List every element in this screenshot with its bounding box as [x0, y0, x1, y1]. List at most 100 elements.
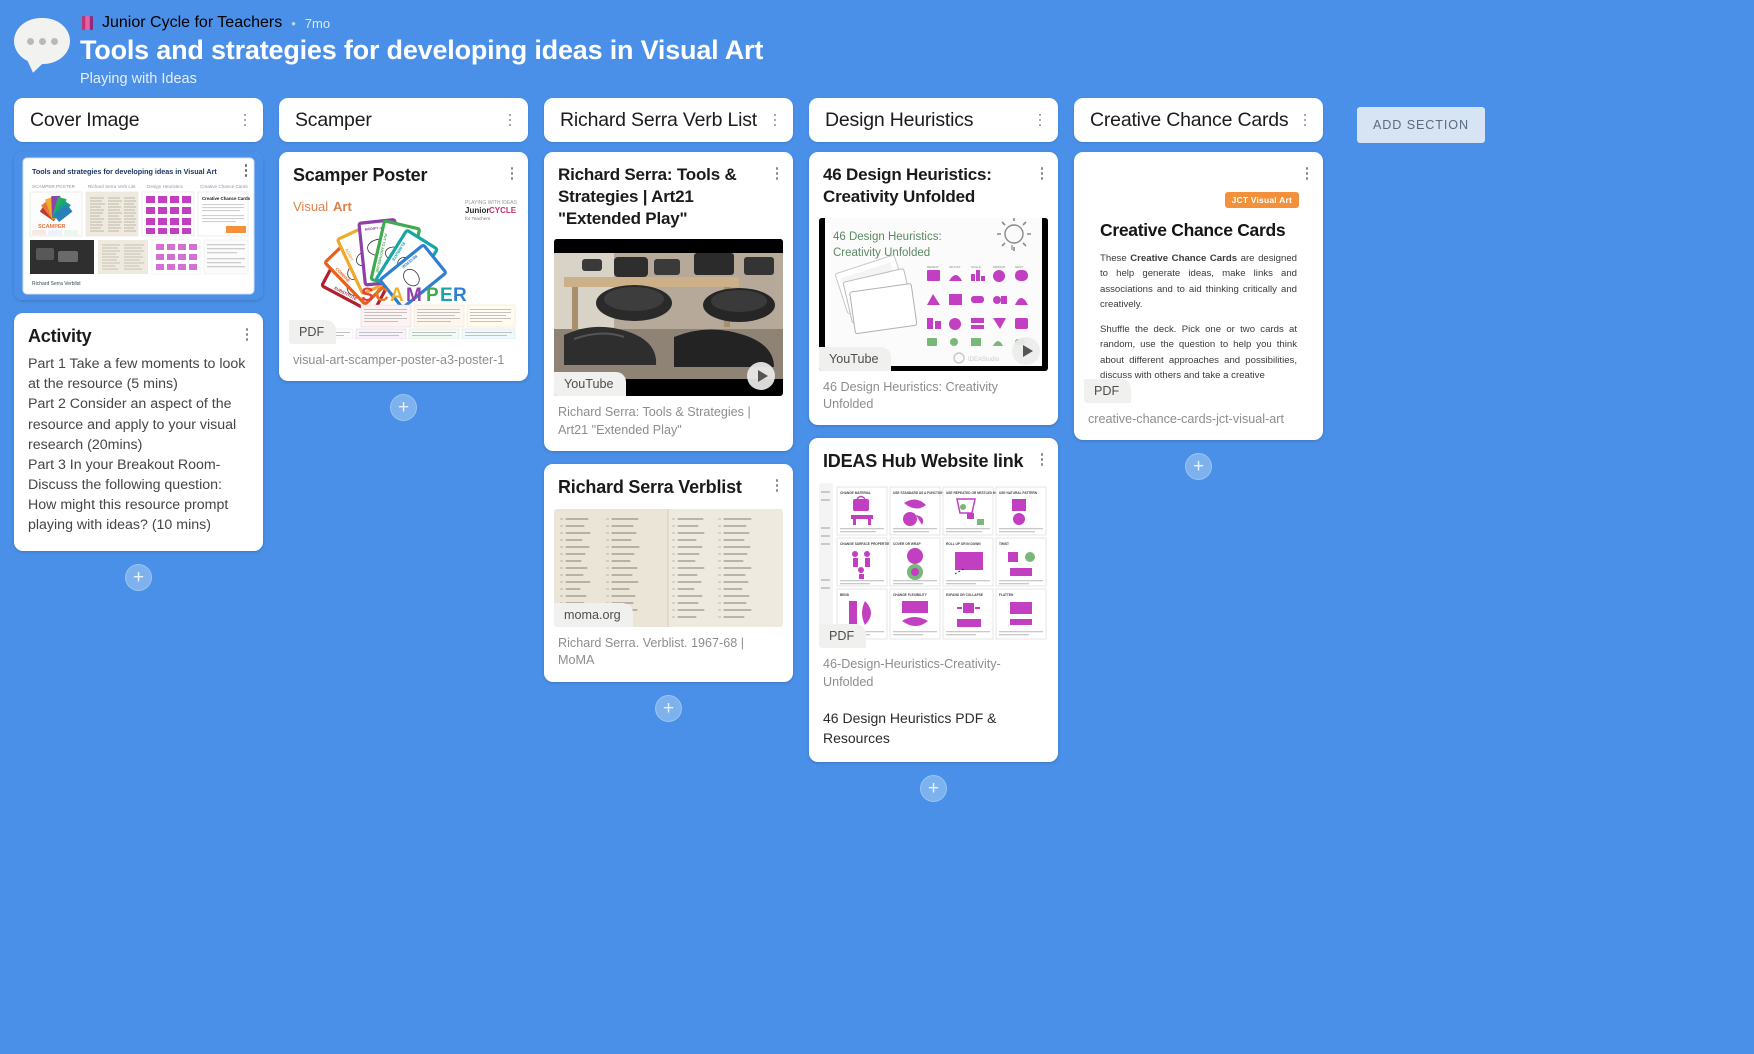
svg-text:R: R: [453, 285, 467, 306]
kebab-menu-icon[interactable]: [239, 325, 255, 348]
source-badge: YouTube: [819, 346, 891, 371]
kebab-menu-icon[interactable]: [769, 164, 785, 229]
svg-text:E: E: [440, 285, 453, 306]
card-title: Richard Serra: Tools & Strategies | Art2…: [558, 165, 737, 228]
page-title: Tools and strategies for developing idea…: [80, 35, 764, 65]
svg-text:REPEAT: REPEAT: [927, 265, 939, 269]
section-title: Design Heuristics: [825, 108, 974, 131]
svg-text:CHANGE MATERIAL: CHANGE MATERIAL: [840, 491, 871, 495]
add-card-button[interactable]: +: [655, 694, 682, 722]
file-type-badge: PDF: [289, 320, 337, 345]
youtube-thumbnail[interactable]: 46 Design Heuristics: Creativity Unfolde…: [819, 217, 1048, 371]
svg-text:TWIST: TWIST: [999, 542, 1009, 546]
add-card-button[interactable]: +: [390, 394, 417, 422]
youtube-thumbnail[interactable]: YouTube: [554, 239, 783, 397]
card-richard-serra-verblist[interactable]: Richard Serra Verblist moma.org Richard …: [544, 464, 793, 682]
heuristics-card-grid: CHANGE MATERIAL USE STANDARD AS A FUNCTI…: [819, 483, 1048, 644]
page-header: Junior Cycle for Teachers • 7mo Tools an…: [0, 0, 1754, 92]
verblist-thumbnail[interactable]: moma.org: [554, 509, 783, 628]
svg-text:S: S: [361, 285, 374, 306]
section-header-scamper[interactable]: Scamper: [279, 98, 528, 142]
document-paragraph-1: These Creative Chance Cards are designed…: [1100, 252, 1298, 311]
chance-cards-pdf-thumbnail[interactable]: JCT Visual Art Creative Chance Cards The…: [1084, 181, 1313, 403]
kebab-menu-icon[interactable]: [237, 113, 253, 127]
svg-text:46 Design Heuristics:: 46 Design Heuristics:: [833, 231, 942, 243]
svg-text:FLATTEN: FLATTEN: [999, 593, 1014, 597]
section-title: Cover Image: [30, 108, 140, 131]
svg-text:SCAMPER: SCAMPER: [38, 224, 66, 230]
svg-text:CYCLE: CYCLE: [489, 206, 517, 215]
kebab-menu-icon[interactable]: [1034, 164, 1050, 208]
svg-text:C: C: [375, 285, 389, 306]
kebab-menu-icon[interactable]: [769, 476, 785, 499]
section-header-cover-image[interactable]: Cover Image: [14, 98, 263, 142]
add-card-button[interactable]: +: [920, 775, 947, 803]
kebab-menu-icon[interactable]: [502, 113, 518, 127]
card-activity[interactable]: Activity Part 1 Take a few moments to lo…: [14, 313, 263, 552]
add-section-button[interactable]: ADD SECTION: [1357, 107, 1485, 143]
svg-text:ADJUST: ADJUST: [949, 265, 961, 269]
kebab-menu-icon[interactable]: [504, 164, 520, 187]
svg-text:Junior: Junior: [465, 206, 489, 215]
kebab-menu-icon[interactable]: [238, 161, 254, 177]
svg-text:P: P: [426, 285, 439, 306]
card-title: Activity: [28, 326, 92, 346]
brand-name[interactable]: Junior Cycle for Teachers: [102, 14, 282, 32]
svg-text:Creativity Unfolded: Creativity Unfolded: [833, 247, 930, 259]
card-caption: Richard Serra: Tools & Strategies | Art2…: [558, 405, 751, 437]
svg-text:IDEAStudio: IDEAStudio: [968, 357, 1000, 363]
svg-text:USE NATURAL PATTERN: USE NATURAL PATTERN: [999, 491, 1038, 495]
svg-text:CHANGE FLEXIBILITY: CHANGE FLEXIBILITY: [893, 593, 928, 597]
document-paragraph-2: Shuffle the deck. Pick one or two cards …: [1100, 323, 1297, 382]
card-title: Richard Serra Verblist: [558, 477, 742, 497]
card-caption: 46 Design Heuristics: Creativity Unfolde…: [823, 379, 998, 411]
heuristics-pdf-thumbnail[interactable]: CHANGE MATERIAL USE STANDARD AS A FUNCTI…: [819, 483, 1048, 649]
svg-text:MIRROR: MIRROR: [993, 265, 1006, 269]
jct-visual-art-logo: JCT Visual Art: [1224, 191, 1299, 208]
card-cover-image[interactable]: Tools and strategies for developing idea…: [14, 152, 263, 300]
card-ideas-hub-website-link[interactable]: IDEAS Hub Website link CHANGE MATERIAL U…: [809, 438, 1058, 763]
card-subtitle: 46 Design Heuristics PDF & Resources: [823, 710, 997, 746]
svg-text:COVER OR WRAP: COVER OR WRAP: [893, 542, 922, 546]
file-type-badge: PDF: [819, 624, 867, 649]
card-scamper-poster[interactable]: Scamper Poster Visual Art PLAYING WITH I…: [279, 152, 528, 382]
source-badge: moma.org: [554, 603, 633, 628]
kebab-menu-icon[interactable]: [1034, 450, 1050, 473]
section-header-design-heuristics[interactable]: Design Heuristics: [809, 98, 1058, 142]
scamper-poster-graphic: Visual Art PLAYING WITH IDEAS Junior CYC…: [289, 195, 518, 340]
svg-text:Visual: Visual: [293, 199, 328, 214]
kebab-menu-icon[interactable]: [1299, 164, 1315, 180]
kebab-menu-icon[interactable]: [1297, 113, 1313, 127]
card-46-design-heuristics-video[interactable]: 46 Design Heuristics: Creativity Unfolde…: [809, 152, 1058, 426]
chat-bubble-icon: [14, 18, 70, 64]
svg-text:NEST: NEST: [1015, 265, 1023, 269]
svg-text:Design Heuristics: Design Heuristics: [147, 184, 183, 189]
svg-text:SCALE: SCALE: [971, 265, 981, 269]
card-caption: visual-art-scamper-poster-a3-poster-1: [293, 353, 505, 368]
column-creative-chance-cards: Creative Chance Cards JCT Visual Art Cre…: [1074, 98, 1323, 481]
section-header-richard-serra-verb-list[interactable]: Richard Serra Verb List: [544, 98, 793, 142]
card-title: IDEAS Hub Website link: [823, 451, 1024, 472]
add-card-button[interactable]: +: [1185, 453, 1212, 481]
timestamp: 7mo: [304, 15, 331, 31]
source-badge: YouTube: [554, 372, 626, 397]
add-card-button[interactable]: +: [125, 564, 152, 592]
card-caption: Richard Serra. Verblist. 1967-68 | MoMA: [558, 636, 744, 668]
cover-thumbnail: Tools and strategies for developing idea…: [14, 152, 263, 300]
svg-text:Tools and strategies for devel: Tools and strategies for developing idea…: [32, 167, 217, 176]
svg-text:EXPAND OR COLLAPSE: EXPAND OR COLLAPSE: [946, 593, 983, 597]
svg-text:A: A: [390, 285, 404, 306]
section-header-creative-chance-cards[interactable]: Creative Chance Cards: [1074, 98, 1323, 142]
document-heading: Creative Chance Cards: [1100, 219, 1286, 240]
page-subtitle: Playing with Ideas: [80, 71, 197, 88]
card-richard-serra-video[interactable]: Richard Serra: Tools & Strategies | Art2…: [544, 152, 793, 451]
card-creative-chance-cards[interactable]: JCT Visual Art Creative Chance Cards The…: [1074, 152, 1323, 441]
card-caption: 46-Design-Heuristics-Creativity-Unfolded: [823, 657, 1001, 689]
card-title: [1088, 164, 1299, 180]
svg-text:Art: Art: [333, 199, 352, 214]
kebab-menu-icon[interactable]: [1032, 113, 1048, 127]
play-icon[interactable]: [1012, 336, 1040, 365]
kebab-menu-icon[interactable]: [767, 113, 783, 127]
svg-text:CHANGE SURFACE PROPERTIES: CHANGE SURFACE PROPERTIES: [840, 542, 891, 546]
svg-text:ROLL UP OR IN DOWN: ROLL UP OR IN DOWN: [946, 542, 981, 546]
